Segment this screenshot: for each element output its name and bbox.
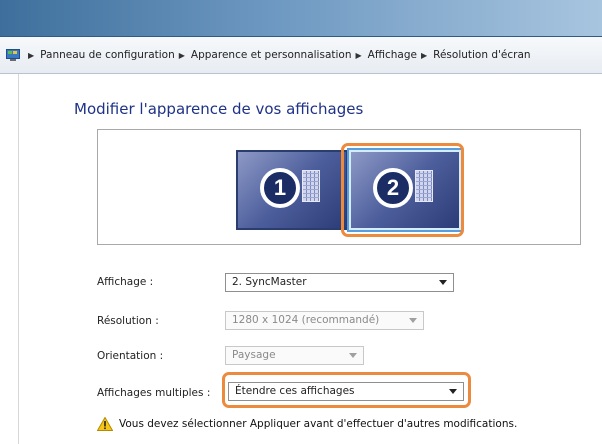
display-select-value: 2. SyncMaster [232, 276, 307, 288]
multiple-displays-highlight-frame [222, 372, 471, 408]
monitor-highlight-frame [341, 143, 464, 237]
chevron-right-icon[interactable]: ▶ [356, 51, 362, 60]
warning-message: Vous devez sélectionner Appliquer avant … [97, 417, 517, 431]
orientation-select-value: Paysage [232, 349, 276, 361]
chevron-right-icon[interactable]: ▶ [179, 51, 185, 60]
chevron-down-icon [409, 318, 417, 323]
page-title: Modifier l'apparence de vos affichages [74, 100, 364, 118]
chevron-down-icon [439, 280, 447, 285]
breadcrumb-display[interactable]: Affichage [368, 49, 417, 61]
control-panel-icon [6, 48, 20, 62]
breadcrumb-control-panel[interactable]: Panneau de configuration [40, 49, 175, 61]
orientation-label: Orientation : [97, 350, 164, 362]
chevron-right-icon[interactable]: ▶ [421, 51, 427, 60]
monitor-icon [302, 170, 320, 202]
display-label: Affichage : [97, 276, 154, 288]
warning-icon [97, 417, 113, 431]
chevron-right-icon[interactable]: ▶ [28, 51, 34, 60]
resolution-select-value: 1280 x 1024 (recommandé) [232, 314, 380, 326]
chevron-down-icon [349, 353, 357, 358]
address-bar[interactable]: ▶ Panneau de configuration ▶ Apparence e… [0, 36, 602, 74]
orientation-select[interactable]: Paysage [225, 346, 364, 365]
monitor-number-badge: 1 [260, 168, 300, 208]
window-title-bar [0, 0, 602, 36]
warning-text: Vous devez sélectionner Appliquer avant … [119, 418, 518, 430]
breadcrumb-screen-resolution[interactable]: Résolution d'écran [433, 49, 530, 61]
resolution-select[interactable]: 1280 x 1024 (recommandé) [225, 311, 424, 330]
display-select[interactable]: 2. SyncMaster [225, 273, 454, 292]
breadcrumb-appearance[interactable]: Apparence et personnalisation [191, 49, 352, 61]
multiple-displays-label: Affichages multiples : [97, 387, 211, 399]
resolution-label: Résolution : [97, 315, 159, 327]
monitor-1[interactable]: 1 [236, 150, 348, 230]
